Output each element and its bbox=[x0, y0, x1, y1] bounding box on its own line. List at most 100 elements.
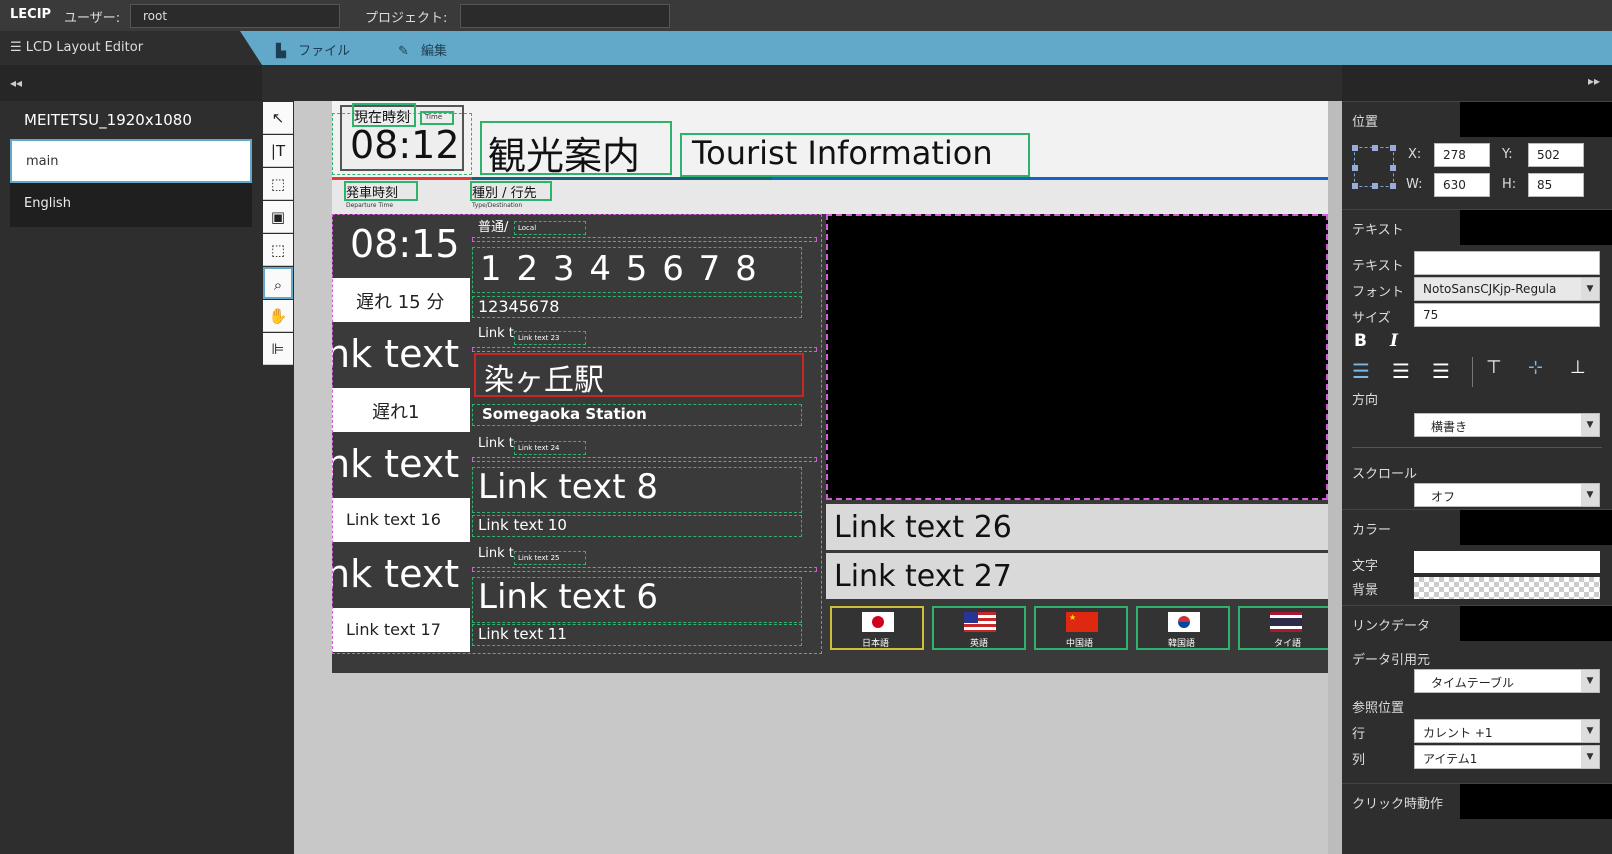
font-label: フォント bbox=[1352, 285, 1405, 300]
bg-color-label: 背景 bbox=[1352, 583, 1379, 598]
lcd-canvas[interactable]: 現在時刻 Time 08:12 観光案内 Tourist Information… bbox=[332, 101, 1328, 673]
lang-label-th: タイ語 bbox=[1274, 639, 1302, 649]
col-label: 列 bbox=[1352, 753, 1366, 768]
chevron-down-icon: ▼ bbox=[1581, 720, 1599, 742]
lang-button-ja[interactable]: 日本語 bbox=[830, 606, 924, 650]
image-tool-icon[interactable]: ▣ bbox=[263, 201, 293, 233]
file-icon: ▙ bbox=[276, 44, 286, 59]
row-select[interactable]: カレント +1 ▼ bbox=[1414, 719, 1600, 743]
hand-icon[interactable]: ✋ bbox=[263, 300, 293, 332]
marquee-tool-icon[interactable]: ⬚ bbox=[263, 234, 293, 266]
color-header-bar bbox=[1460, 510, 1612, 545]
source-select[interactable]: タイムテーブル ▼ bbox=[1414, 669, 1600, 693]
chevron-down-icon: ▼ bbox=[1581, 484, 1599, 506]
title-jp: 観光案内 bbox=[488, 134, 641, 178]
direction-label: 方向 bbox=[1352, 393, 1379, 408]
layout-item-main[interactable]: main bbox=[10, 139, 252, 183]
color-fields: 文字 背景 bbox=[1342, 545, 1612, 605]
text-color-swatch[interactable] bbox=[1414, 551, 1600, 573]
double-chevron-left-icon: ◂◂ bbox=[10, 76, 23, 90]
info-line-2-text: Link text 27 bbox=[834, 559, 1012, 594]
y-field[interactable]: 502 bbox=[1528, 143, 1584, 167]
align-left-text-icon[interactable]: ☰ bbox=[1352, 359, 1370, 383]
align-bottom-icon[interactable]: ⊥ bbox=[1570, 357, 1586, 378]
video-area[interactable] bbox=[826, 214, 1328, 500]
text-header-bar bbox=[1460, 210, 1612, 245]
china-flag-icon: ★ bbox=[1066, 612, 1098, 632]
app-menu-button[interactable]: ☰ LCD Layout Editor bbox=[0, 31, 262, 65]
align-top-icon[interactable]: ⊤ bbox=[1486, 357, 1502, 378]
text-color-label: 文字 bbox=[1352, 559, 1379, 574]
italic-button[interactable]: I bbox=[1390, 331, 1398, 351]
chevron-down-icon: ▼ bbox=[1581, 278, 1599, 300]
size-label: サイズ bbox=[1352, 311, 1391, 326]
now-frame[interactable] bbox=[332, 113, 472, 175]
zoom-icon[interactable]: ⌕ bbox=[263, 267, 293, 299]
x-label: X: bbox=[1408, 147, 1422, 162]
canvas-header bbox=[262, 65, 1342, 101]
collapse-left-button[interactable]: ◂◂ bbox=[0, 65, 262, 101]
scroll-value: オフ bbox=[1431, 490, 1456, 504]
edit-menu[interactable]: ✎ 編集 bbox=[398, 40, 447, 59]
top-bar: LECIP ユーザー: プロジェクト: bbox=[0, 0, 1612, 31]
lang-label-ja: 日本語 bbox=[862, 639, 890, 649]
lang-button-th[interactable]: タイ語 bbox=[1238, 606, 1328, 650]
align-center-text-icon[interactable]: ☰ bbox=[1392, 359, 1410, 383]
color-section: カラー bbox=[1342, 509, 1612, 545]
link-data-title: リンクデータ bbox=[1352, 619, 1431, 634]
text-fields: テキスト フォント NotoSansCJKjp-Regula ▼ サイズ 75 … bbox=[1342, 245, 1612, 509]
text-area-tool-icon[interactable]: ⬚ bbox=[263, 168, 293, 200]
chevron-down-icon: ▼ bbox=[1581, 670, 1599, 692]
lang-button-zh[interactable]: ★ 中国語 bbox=[1034, 606, 1128, 650]
properties-panel: ▸▸ 位置 X: 278 Y: 502 W: 630 H: 85 テキスト テキ… bbox=[1342, 65, 1612, 854]
row-label: 行 bbox=[1352, 727, 1366, 742]
user-input[interactable] bbox=[130, 4, 340, 28]
pencil-icon: ✎ bbox=[398, 44, 409, 59]
w-label: W: bbox=[1406, 177, 1423, 192]
w-field[interactable]: 630 bbox=[1434, 173, 1490, 197]
lang-button-en[interactable]: 英語 bbox=[932, 606, 1026, 650]
align-left-icon[interactable]: ⊫ bbox=[263, 333, 293, 365]
project-label: プロジェクト: bbox=[365, 11, 448, 26]
canvas-scrollbar[interactable] bbox=[1328, 101, 1342, 854]
lang-button-ko[interactable]: 韓国語 bbox=[1136, 606, 1230, 650]
bold-button[interactable]: B bbox=[1354, 331, 1367, 351]
align-divider bbox=[1472, 357, 1473, 387]
select-arrow-icon[interactable]: ↖ bbox=[263, 102, 293, 134]
anchor-grid-icon[interactable] bbox=[1352, 145, 1396, 189]
depart-label: 発車時刻 bbox=[346, 186, 399, 201]
direction-select[interactable]: 横書き ▼ bbox=[1414, 413, 1600, 437]
brand-logo: LECIP bbox=[10, 7, 52, 22]
align-middle-icon[interactable]: ⊹ bbox=[1528, 357, 1543, 378]
align-right-text-icon[interactable]: ☰ bbox=[1432, 359, 1450, 383]
click-action-section: クリック時動作 bbox=[1342, 783, 1612, 819]
lang-label-zh: 中国語 bbox=[1066, 639, 1094, 649]
layout-item-english[interactable]: English bbox=[10, 183, 252, 227]
position-title: 位置 bbox=[1352, 115, 1379, 130]
font-select[interactable]: NotoSansCJKjp-Regula ▼ bbox=[1414, 277, 1600, 301]
link-data-header-bar bbox=[1460, 606, 1612, 641]
timetable-frame[interactable] bbox=[332, 214, 822, 654]
file-menu[interactable]: ▙ ファイル bbox=[276, 40, 350, 59]
lang-label-ko: 韓国語 bbox=[1168, 639, 1196, 649]
source-label: データ引用元 bbox=[1352, 653, 1431, 668]
col-select[interactable]: アイテム1 ▼ bbox=[1414, 745, 1600, 769]
lang-label-en: 英語 bbox=[970, 639, 989, 649]
bg-color-swatch[interactable] bbox=[1414, 577, 1600, 599]
click-action-title: クリック時動作 bbox=[1352, 797, 1444, 812]
scroll-select[interactable]: オフ ▼ bbox=[1414, 483, 1600, 507]
h-field[interactable]: 85 bbox=[1528, 173, 1584, 197]
source-value: タイムテーブル bbox=[1431, 676, 1515, 690]
info-line-1[interactable]: Link text 26 bbox=[826, 504, 1328, 550]
project-input[interactable] bbox=[460, 4, 670, 28]
font-value: NotoSansCJKjp-Regula bbox=[1423, 282, 1557, 296]
size-input[interactable]: 75 bbox=[1414, 303, 1600, 327]
text-section: テキスト bbox=[1342, 209, 1612, 245]
x-field[interactable]: 278 bbox=[1434, 143, 1490, 167]
ref-position-label: 参照位置 bbox=[1352, 701, 1405, 716]
text-input[interactable] bbox=[1414, 251, 1600, 275]
collapse-right-button[interactable]: ▸▸ bbox=[1342, 65, 1612, 101]
user-label: ユーザー: bbox=[64, 11, 121, 26]
text-tool-icon[interactable]: |T bbox=[263, 135, 293, 167]
info-line-2[interactable]: Link text 27 bbox=[826, 553, 1328, 599]
